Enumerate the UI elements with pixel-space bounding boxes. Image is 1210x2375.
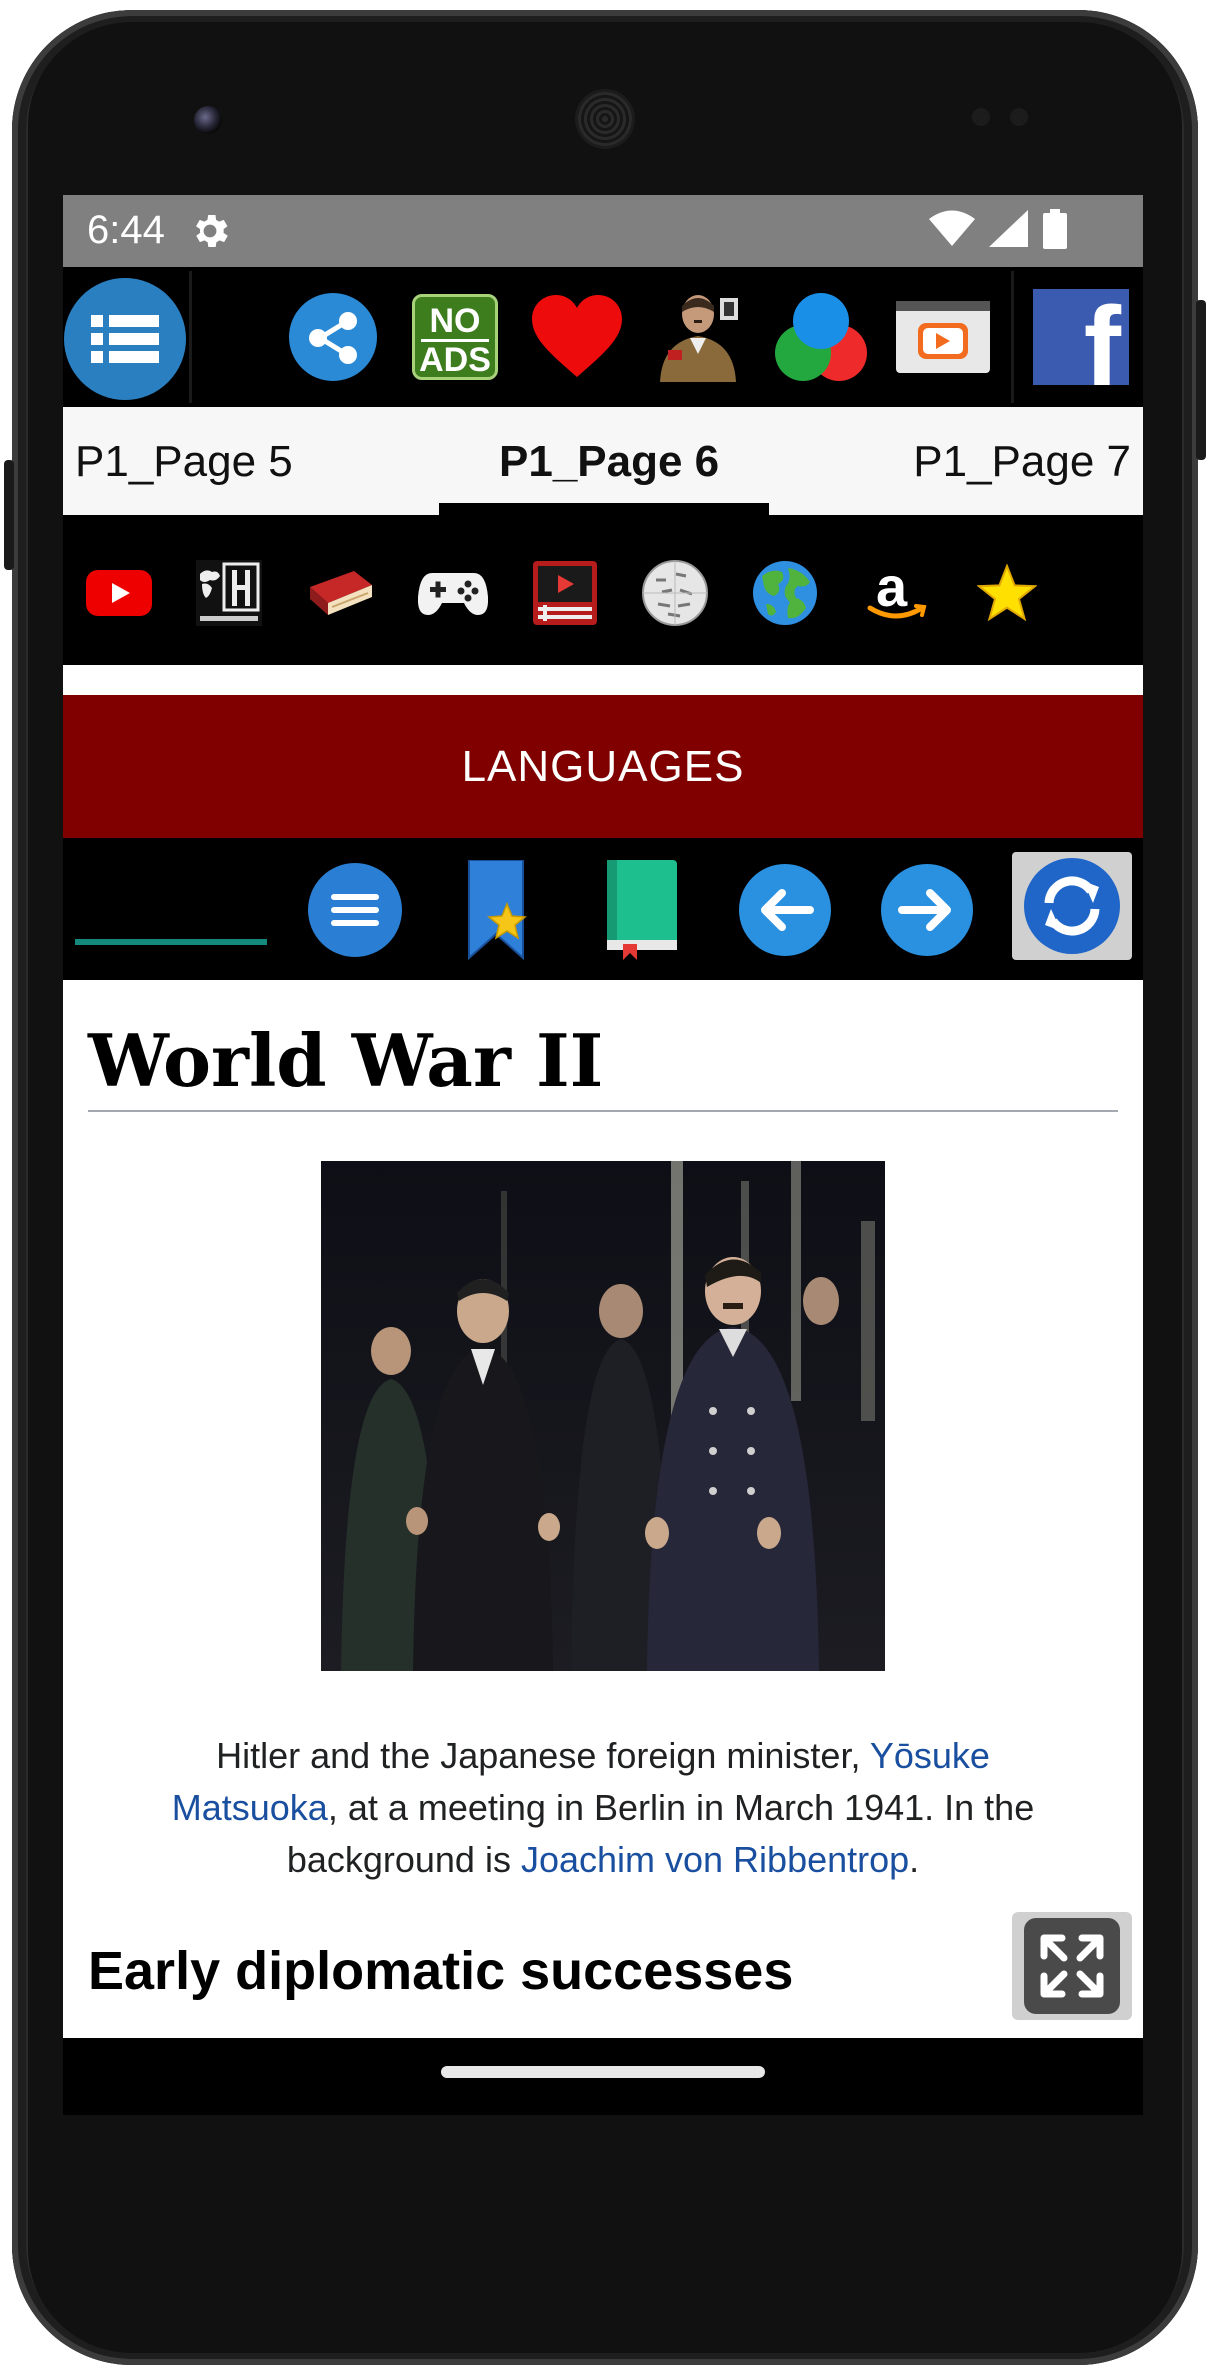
arrow-right-icon: [881, 864, 973, 956]
divider-strip: [63, 665, 1143, 695]
tab-page-6[interactable]: P1_Page 6: [499, 437, 719, 487]
next-page-button[interactable]: [875, 858, 979, 962]
portrait-button[interactable]: [649, 285, 749, 389]
fullscreen-button[interactable]: [1012, 1912, 1132, 2020]
globe-button[interactable]: [747, 555, 823, 631]
wikipedia-button[interactable]: [637, 555, 713, 631]
games-button[interactable]: [415, 555, 491, 631]
light-sensor: [1010, 108, 1028, 126]
share-icon: [289, 293, 377, 381]
wikipedia-icon: [642, 560, 708, 626]
bookmark-star-icon: [468, 860, 527, 960]
top-toolbar: NO ADS f: [63, 267, 1143, 407]
color-circles-button[interactable]: [771, 285, 871, 389]
book-button[interactable]: [303, 555, 379, 631]
caption-link-ribbentrop[interactable]: Joachim von Ribbentrop: [521, 1839, 909, 1880]
youtube-button[interactable]: [81, 555, 157, 631]
table-of-contents-button[interactable]: [589, 858, 693, 962]
hamburger-icon: [308, 863, 402, 957]
gamepad-icon: [418, 573, 488, 615]
no-ads-text-line2: ADS: [419, 341, 491, 379]
settings-gear-icon: [196, 215, 228, 247]
facebook-icon: f: [1033, 289, 1129, 385]
active-tab-indicator: [439, 503, 769, 515]
amazon-button[interactable]: a: [859, 555, 935, 631]
status-bar: 6:44: [63, 195, 1143, 267]
green-book-icon: [607, 860, 677, 960]
video-player-button[interactable]: [893, 285, 993, 389]
portrait-icon: [660, 295, 738, 382]
languages-button[interactable]: LANGUAGES: [63, 695, 1143, 838]
histaprexius-icon: [196, 560, 262, 626]
no-ads-text-line1: NO: [421, 303, 489, 342]
page-tabs: P1_Page 5 P1_Page 6 P1_Page 7: [63, 407, 1143, 515]
caption-text: Hitler and the Japanese foreign minister…: [216, 1735, 870, 1776]
favorite-button[interactable]: [527, 285, 627, 389]
fullscreen-icon: [1024, 1918, 1120, 2014]
facebook-letter: f: [1083, 289, 1121, 386]
power-button: [1196, 300, 1206, 460]
article-nav-bar: [63, 838, 1143, 980]
proximity-sensor: [972, 108, 990, 126]
share-button[interactable]: [283, 285, 383, 389]
no-ads-icon: NO ADS: [412, 294, 498, 380]
earpiece-speaker: [578, 92, 632, 146]
video-icon: [533, 561, 597, 625]
arrow-left-icon: [739, 864, 831, 956]
device-screen: 6:44 NO ADS f P1_Page 5 P1_Page 6 P1_Pag…: [63, 195, 1143, 2115]
globe-icon: [753, 561, 817, 625]
front-camera: [194, 106, 222, 134]
volume-button: [4, 460, 14, 570]
nav-active-indicator: [75, 939, 267, 945]
battery-icon: [1043, 209, 1067, 249]
no-ads-button[interactable]: NO ADS: [405, 285, 505, 389]
facebook-button[interactable]: f: [1033, 289, 1129, 385]
tab-page-5[interactable]: P1_Page 5: [75, 437, 293, 487]
favorites-star-button[interactable]: [969, 555, 1045, 631]
cellular-signal-icon: [989, 210, 1028, 247]
tab-page-7[interactable]: P1_Page 7: [913, 437, 1131, 487]
color-circles-icon: [775, 293, 867, 381]
amazon-icon: a: [864, 555, 930, 626]
youtube-icon: [86, 570, 152, 616]
section-heading: Early diplomatic successes: [88, 1941, 794, 2001]
refresh-button[interactable]: [1012, 852, 1132, 960]
star-icon: [977, 564, 1037, 622]
article-content: World War II Hitler and the Japanese for…: [63, 980, 1143, 2038]
menu-button[interactable]: [63, 277, 187, 401]
previous-page-button[interactable]: [733, 858, 837, 962]
video-button[interactable]: [527, 555, 603, 631]
amazon-smile-icon: [867, 604, 927, 619]
gesture-nav-area: [63, 2038, 1143, 2115]
toolbar-separator: [189, 271, 192, 403]
title-divider: [88, 1110, 1118, 1112]
wifi-icon: [929, 210, 975, 246]
refresh-icon: [1024, 858, 1120, 954]
book-icon: [310, 571, 372, 615]
icon-bar: a: [63, 515, 1143, 665]
home-gesture-handle[interactable]: [441, 2066, 765, 2078]
caption-text: .: [909, 1839, 920, 1880]
toolbar-separator: [1011, 271, 1014, 403]
status-time: 6:44: [87, 208, 165, 252]
video-player-icon: [896, 301, 990, 373]
bookmark-button[interactable]: [447, 858, 551, 962]
heart-icon: [532, 295, 622, 377]
article-photo[interactable]: [321, 1161, 885, 1671]
status-indicators: [929, 209, 1067, 249]
article-menu-button[interactable]: [303, 858, 407, 962]
photo-caption: Hitler and the Japanese foreign minister…: [143, 1730, 1063, 1886]
menu-icon: [64, 278, 186, 400]
histaprexius-button[interactable]: [191, 555, 267, 631]
meeting-photo-image: [321, 1161, 885, 1671]
page-title: World War II: [88, 1018, 604, 1103]
